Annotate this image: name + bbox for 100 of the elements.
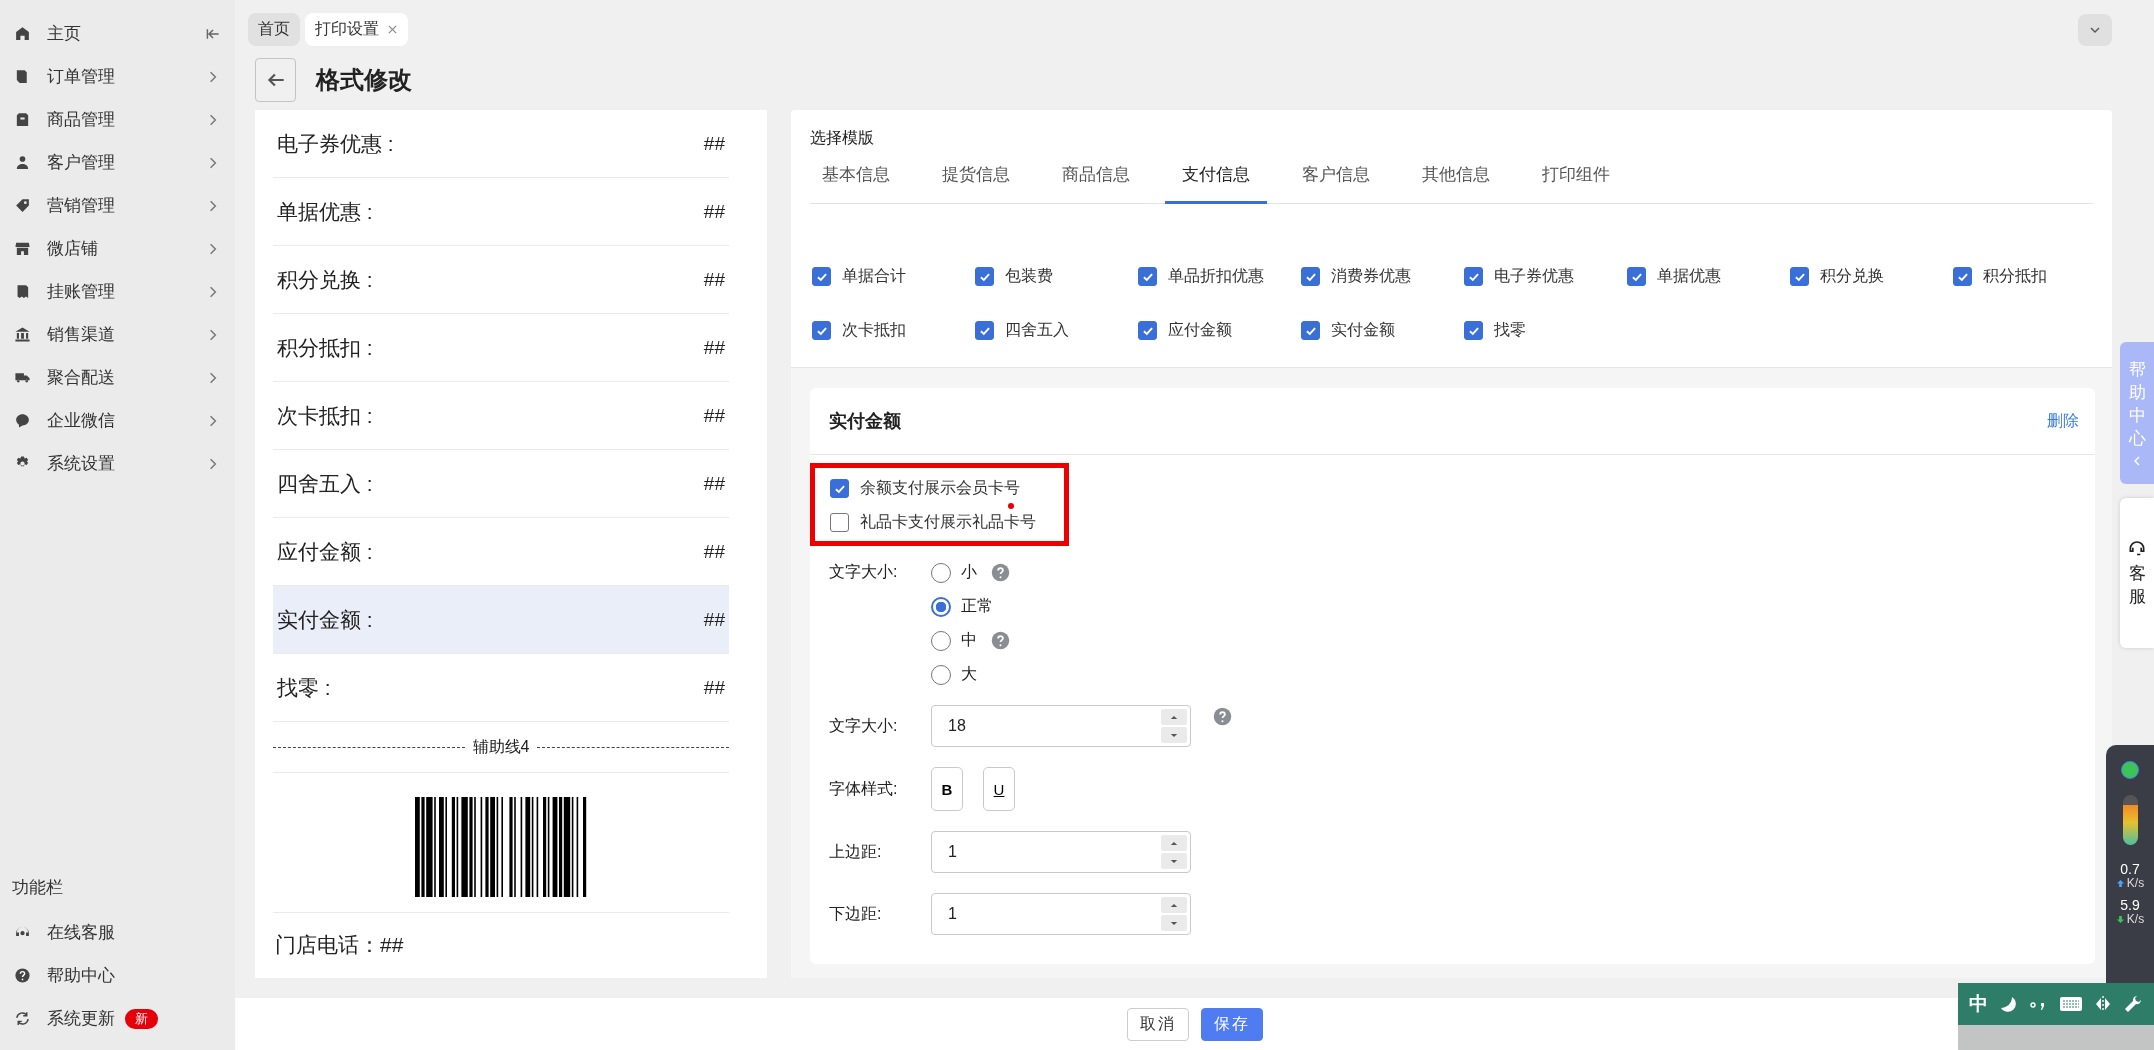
download-speed: 5.9 <box>2120 896 2140 913</box>
number-input[interactable]: 1 <box>931 831 1191 873</box>
preview-row[interactable]: 四舍五入 : ## <box>273 450 729 518</box>
option-checkbox[interactable]: 实付金额 <box>1301 320 1464 341</box>
option-checkbox[interactable]: 单据合计 <box>812 266 975 287</box>
field-label: 上边距: <box>829 841 883 862</box>
field-label: 字体样式: <box>829 778 899 799</box>
increment-button[interactable] <box>1161 709 1187 725</box>
delete-link[interactable]: 删除 <box>2047 410 2079 432</box>
caret-up-icon <box>1170 902 1178 908</box>
option-checkbox[interactable]: 积分兑换 <box>1790 266 1953 287</box>
preview-row[interactable]: 电子券优惠 : ## <box>273 110 729 178</box>
info-tab[interactable]: 客户信息 <box>1302 149 1370 204</box>
option-checkbox[interactable]: 消费券优惠 <box>1301 266 1464 287</box>
bank-icon <box>14 326 31 343</box>
preview-row[interactable]: 实付金额 : ## <box>273 586 729 654</box>
info-tab[interactable]: 提货信息 <box>942 149 1010 204</box>
sidebar-item[interactable]: 在线客服 <box>0 911 235 954</box>
number-input[interactable]: 18 <box>931 705 1191 747</box>
card-title: 实付金额 <box>829 410 901 433</box>
preview-row[interactable]: 单据优惠 : ## <box>273 178 729 246</box>
keyboard-icon[interactable] <box>2058 996 2083 1012</box>
preview-row[interactable]: 积分兑换 : ## <box>273 246 729 314</box>
page-tab[interactable]: 首页 <box>248 13 300 46</box>
option-checkbox[interactable]: 余额支付展示会员卡号 <box>830 478 1036 499</box>
caret-up-icon <box>1170 714 1178 720</box>
option-checkbox[interactable]: 单据优惠 <box>1627 266 1790 287</box>
status-dot-icon <box>2121 761 2139 779</box>
help-icon <box>14 967 31 984</box>
sidebar-item[interactable]: 销售渠道 <box>0 313 235 356</box>
help-icon[interactable] <box>991 563 1010 582</box>
moon-icon[interactable] <box>1998 994 2019 1014</box>
page-title: 格式修改 <box>316 65 412 95</box>
gauge-icon <box>2122 795 2138 845</box>
size-radio[interactable]: 小 <box>931 562 977 583</box>
decrement-button[interactable] <box>1161 915 1187 931</box>
down-arrow-icon <box>2115 915 2125 925</box>
caret-down-icon <box>1170 920 1178 926</box>
back-button[interactable] <box>255 58 296 102</box>
option-checkbox[interactable]: 次卡抵扣 <box>812 320 975 341</box>
decrement-button[interactable] <box>1161 853 1187 869</box>
caret-down-icon <box>1170 732 1178 738</box>
guide-line-label: 辅助线4 <box>472 736 530 757</box>
size-radio[interactable]: 大 <box>931 664 977 685</box>
sidebar-item[interactable]: 商品管理 <box>0 98 235 141</box>
option-checkbox[interactable]: 包装费 <box>975 266 1138 287</box>
preview-row[interactable]: 积分抵扣 : ## <box>273 314 729 382</box>
dropdown-button[interactable] <box>2078 13 2112 46</box>
option-checkbox[interactable]: 积分抵扣 <box>1953 266 2116 287</box>
sidebar-item[interactable]: 系统设置 <box>0 442 235 485</box>
caret-down-icon <box>1170 858 1178 864</box>
bold-button[interactable]: B <box>931 767 963 811</box>
sidebar-item[interactable]: 订单管理 <box>0 55 235 98</box>
help-icon[interactable] <box>1213 707 1232 726</box>
cancel-button[interactable]: 取消 <box>1126 1007 1189 1041</box>
sidebar-item[interactable]: 客户管理 <box>0 141 235 184</box>
info-tab[interactable]: 其他信息 <box>1422 149 1490 204</box>
speed-unit: K/s <box>2126 877 2145 891</box>
option-checkbox[interactable]: 找零 <box>1464 320 1627 341</box>
close-icon[interactable] <box>387 24 398 35</box>
underline-button[interactable]: U <box>983 767 1015 811</box>
speed-unit: K/s <box>2126 913 2145 927</box>
size-radio[interactable]: 正常 <box>931 596 993 617</box>
decrement-button[interactable] <box>1161 727 1187 743</box>
option-checkbox[interactable]: 礼品卡支付展示礼品卡号 <box>830 512 1036 533</box>
sidebar-item[interactable]: 主页 <box>0 12 235 55</box>
up-arrow-icon <box>2115 879 2125 889</box>
sidebar-item[interactable]: 微店铺 <box>0 227 235 270</box>
option-checkbox[interactable]: 应付金额 <box>1138 320 1301 341</box>
store-phone-text: 门店电话：## <box>274 932 405 958</box>
sidebar-item[interactable]: 挂账管理 <box>0 270 235 313</box>
info-tab[interactable]: 打印组件 <box>1542 149 1610 204</box>
new-badge: 新 <box>125 1008 158 1029</box>
save-button[interactable]: 保存 <box>1200 1007 1263 1041</box>
info-tab[interactable]: 基本信息 <box>822 149 890 204</box>
input-mode-toggle[interactable]: 中 <box>1969 991 1989 1017</box>
preview-row[interactable]: 找零 : ## <box>273 654 729 722</box>
person-icon <box>14 154 31 171</box>
info-tab[interactable]: 支付信息 <box>1165 149 1267 204</box>
sidebar-item[interactable]: 营销管理 <box>0 184 235 227</box>
number-input[interactable]: 1 <box>931 893 1191 935</box>
size-radio[interactable]: 中 <box>931 630 977 651</box>
option-checkbox[interactable]: 单品折扣优惠 <box>1138 266 1301 287</box>
preview-row[interactable]: 次卡抵扣 : ## <box>273 382 729 450</box>
sidebar-item[interactable]: 企业微信 <box>0 399 235 442</box>
sidebar-item[interactable]: 系统更新 新 <box>0 997 235 1040</box>
section-heading: 选择模版 <box>810 128 875 148</box>
page-tab[interactable]: 打印设置 <box>305 13 408 46</box>
sidebar-item[interactable]: 聚合配送 <box>0 356 235 399</box>
option-checkbox[interactable]: 电子券优惠 <box>1464 266 1627 287</box>
info-tab[interactable]: 商品信息 <box>1062 149 1130 204</box>
box-icon <box>14 111 31 128</box>
sidebar-item[interactable]: 帮助中心 <box>0 954 235 997</box>
option-checkbox[interactable]: 四舍五入 <box>975 320 1138 341</box>
field-label: 文字大小: <box>829 715 899 736</box>
chat-icon <box>14 412 31 429</box>
increment-button[interactable] <box>1161 897 1187 913</box>
help-icon[interactable] <box>991 631 1010 650</box>
increment-button[interactable] <box>1161 835 1187 851</box>
customer-service-tab[interactable]: 客服 <box>2120 498 2154 648</box>
